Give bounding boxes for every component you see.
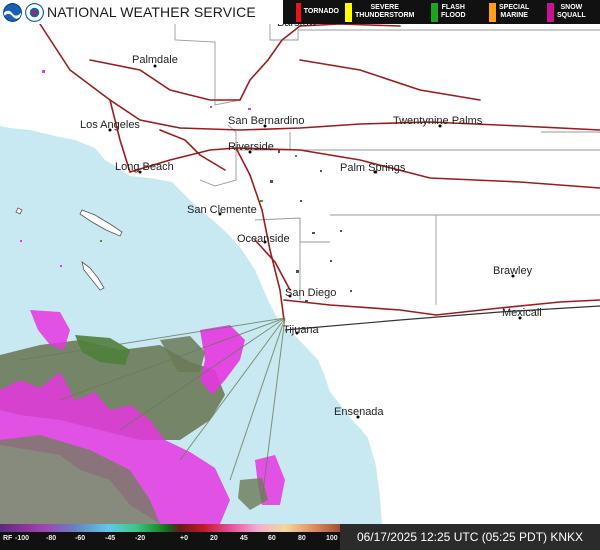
legend-label: SEVERE [370,4,399,11]
legend-item-severe-thunderstorm: SEVERE THUNDERSTORM [339,0,425,24]
scale-tick: RF [3,535,13,542]
legend-label: FLOOD [441,12,466,19]
legend-swatch [431,2,438,22]
legend-item-flash-flood: FLASH FLOOD [425,0,483,24]
legend-swatch [345,2,352,22]
color-ramp [0,524,340,532]
city-label: San Clemente [187,204,257,216]
scale-tick: 60 [268,535,276,542]
nws-logo-icon [25,2,44,22]
noaa-logo-icon [3,2,22,22]
city-label: Palmdale [132,54,178,66]
legend-item-tornado: TORNADO [283,0,339,24]
legend-label: SNOW [560,4,583,11]
scale-tick: -80 [46,535,57,542]
city-label: Palm Springs [340,162,406,174]
scale-tick: -60 [75,535,86,542]
legend-swatch [296,2,301,22]
scale-tick: -100 [15,535,30,542]
legend-item-special-marine: SPECIAL MARINE [483,0,541,24]
city-label: Mexicali [502,307,542,319]
scale-tick: 20 [210,535,218,542]
radar-map: Barstow Palmdale Los Angeles San Bernard… [0,0,600,550]
scale-tick: -45 [105,535,116,542]
city-label: Oceanside [237,233,290,245]
scale-tick: 100 [326,535,338,542]
city-label: San Bernardino [228,115,304,127]
warning-legend: TORNADO SEVERE THUNDERSTORM FLASH FLOOD SP… [283,0,600,24]
reflectivity-scale: RF -100 -80 -60 -45 -20 +0 20 45 60 80 1… [0,524,340,550]
city-label: Twentynine Palms [393,115,483,127]
city-label: San Diego [285,287,336,299]
legend-swatch [489,2,496,22]
legend-swatch [547,2,554,22]
timestamp-label: 06/17/2025 12:25 UTC (05:25 PDT) KNKX [340,524,600,550]
legend-label: THUNDERSTORM [355,12,415,19]
scale-tick: -20 [135,535,146,542]
legend-label: FLASH [441,4,465,11]
city-label: Los Angeles [80,119,140,131]
scale-tick: 45 [240,535,248,542]
page-title: NATIONAL WEATHER SERVICE [47,4,256,20]
city-label: Tijuana [283,324,320,336]
legend-item-snow-squall: SNOW SQUALL [541,0,600,24]
scale-tick: +0 [180,535,188,542]
legend-label: MARINE [500,12,528,19]
city-label: Brawley [493,265,533,277]
header-bar: NATIONAL WEATHER SERVICE [0,0,283,24]
city-label: Riverside [228,141,274,153]
legend-label: TORNADO [303,8,339,15]
city-label: Ensenada [334,406,384,418]
legend-label: SPECIAL [499,4,530,11]
scale-tick: 80 [298,535,306,542]
city-label: Long Beach [115,161,174,173]
legend-label: SQUALL [557,12,586,19]
